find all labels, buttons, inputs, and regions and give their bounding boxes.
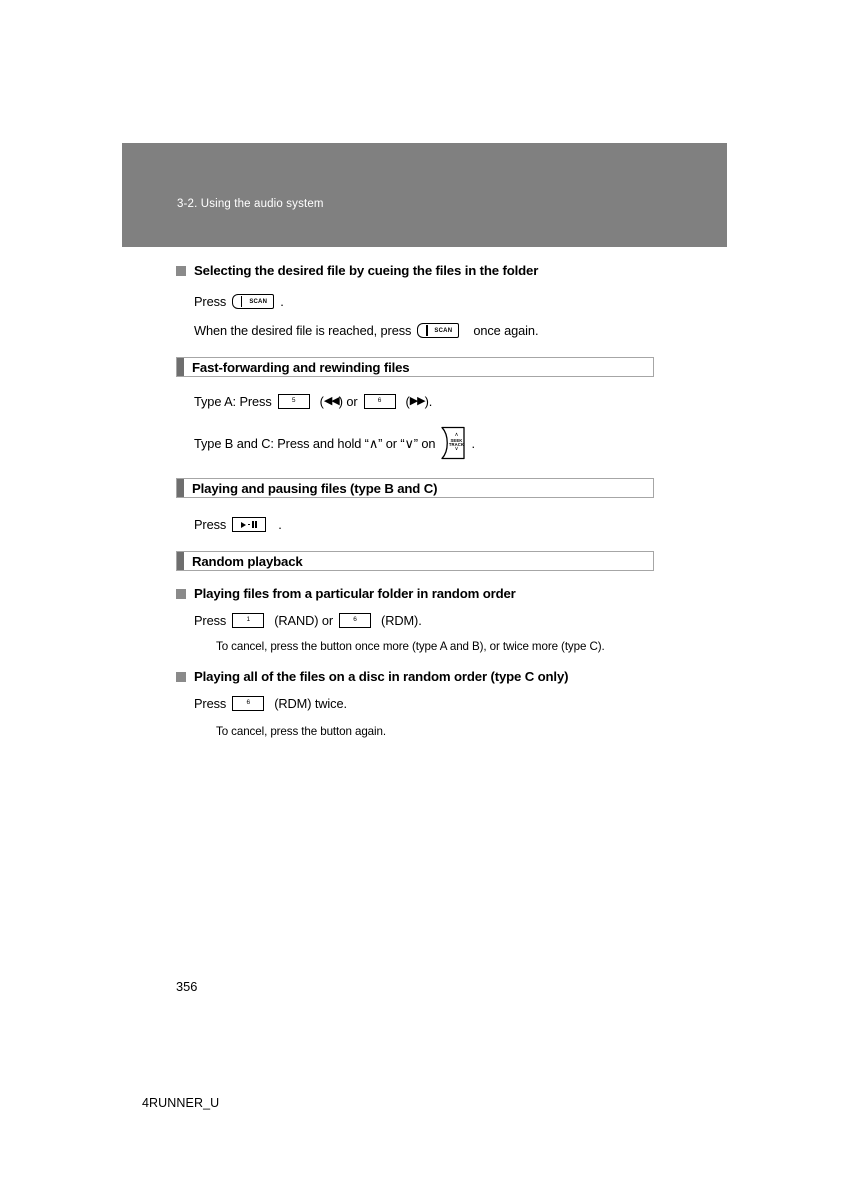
section-tab-marker <box>177 552 184 570</box>
paren-close-or: ) or <box>338 394 358 409</box>
subheading-text: Selecting the desired file by cueing the… <box>194 263 539 278</box>
section-tab-marker <box>177 479 184 497</box>
number-button-1-icon[interactable]: 1 <box>232 613 265 628</box>
section-header-playing-pausing: Playing and pausing files (type B and C) <box>176 478 654 498</box>
paren-close-period: ). <box>424 394 433 409</box>
separator-dot-icon <box>248 523 250 526</box>
instruction-suffix: once again. <box>473 323 539 338</box>
number-button-6-icon[interactable]: 6 <box>339 613 372 628</box>
number-button-6-icon[interactable]: 6 <box>232 696 265 711</box>
instruction-suffix: . <box>280 294 284 309</box>
number-button-6-icon[interactable]: 6 <box>363 394 396 409</box>
square-bullet-icon <box>176 589 186 599</box>
instruction-press-rdm-twice: Press 6 (RDM) twice. <box>176 695 666 712</box>
subheading-random-folder: Playing files from a particular folder i… <box>176 585 666 602</box>
rewind-icon: ◀◀ <box>323 395 340 407</box>
instruction-prefix: Press <box>194 517 227 532</box>
instruction-type-bc-seek: Type B and C: Press and hold “∧” or “∨” … <box>176 426 666 460</box>
scan-button-icon[interactable]: SCAN <box>232 294 275 309</box>
scan-button-icon[interactable]: SCAN <box>417 323 460 338</box>
section-title-text: Fast-forwarding and rewinding files <box>192 359 410 375</box>
fast-forward-icon: ▶▶ <box>409 395 426 407</box>
note-cancel-random-folder: To cancel, press the button once more (t… <box>216 640 605 653</box>
page-header-band: 3-2. Using the audio system <box>122 143 727 247</box>
seek-track-button-icon[interactable]: ∧ SEEK TRACK ∨ <box>440 426 466 460</box>
instruction-prefix: When the desired file is reached, press <box>194 323 412 338</box>
section-title-text: Playing and pausing files (type B and C) <box>192 480 438 496</box>
scan-button-label: SCAN <box>249 298 268 305</box>
subheading-text: Playing all of the files on a disc in ra… <box>194 669 569 684</box>
page-number: 356 <box>176 979 198 994</box>
instruction-prefix: Type B and C: Press and hold “∧” or “∨” … <box>194 435 436 451</box>
rand-label: (RAND) or <box>274 613 334 628</box>
instruction-prefix: Press <box>194 613 227 628</box>
page-content: Selecting the desired file by cueing the… <box>176 262 666 739</box>
instruction-press-rand-rdm: Press 1 (RAND) or 6 (RDM). <box>176 612 666 629</box>
instruction-prefix: Type A: Press <box>194 394 272 409</box>
section-header-random-playback: Random playback <box>176 551 654 571</box>
model-code: 4RUNNER_U <box>142 1096 220 1110</box>
seek-down-caret-icon: ∨ <box>454 446 459 453</box>
section-title-text: Random playback <box>192 553 303 569</box>
section-tab-marker <box>177 358 184 376</box>
scan-button-divider <box>241 296 243 307</box>
subheading-random-disc: Playing all of the files on a disc in ra… <box>176 668 666 685</box>
play-triangle-icon <box>241 521 247 528</box>
square-bullet-icon <box>176 672 186 682</box>
rdm-twice-label: (RDM) twice. <box>274 696 347 711</box>
square-bullet-icon <box>176 266 186 276</box>
seek-track-button-label: ∧ SEEK TRACK ∨ <box>447 426 465 460</box>
scan-button-divider <box>426 325 428 336</box>
page-header-title: 3-2. Using the audio system <box>177 198 324 210</box>
rdm-label: (RDM). <box>381 613 422 628</box>
instruction-press-play-pause: Press . <box>176 516 666 533</box>
instruction-press-scan: Press SCAN . <box>176 293 666 310</box>
instruction-prefix: Press <box>194 294 227 309</box>
number-button-5-icon[interactable]: 5 <box>277 394 310 409</box>
play-pause-button-icon[interactable] <box>232 517 267 532</box>
instruction-type-a-fast-forward: Type A: Press 5 ( ◀◀ ) or 6 ( ▶▶ ). <box>176 393 666 410</box>
instruction-suffix: . <box>471 435 475 451</box>
instruction-suffix: . <box>278 517 282 532</box>
instruction-press-scan-again: When the desired file is reached, press … <box>176 322 666 339</box>
subheading-text: Playing files from a particular folder i… <box>194 586 516 601</box>
pause-bars-icon <box>251 521 258 528</box>
subheading-cueing-files: Selecting the desired file by cueing the… <box>176 262 666 279</box>
note-cancel-random-disc: To cancel, press the button again. <box>216 725 386 738</box>
scan-button-label: SCAN <box>434 327 453 334</box>
section-header-fast-forwarding: Fast-forwarding and rewinding files <box>176 357 654 377</box>
instruction-prefix: Press <box>194 696 227 711</box>
